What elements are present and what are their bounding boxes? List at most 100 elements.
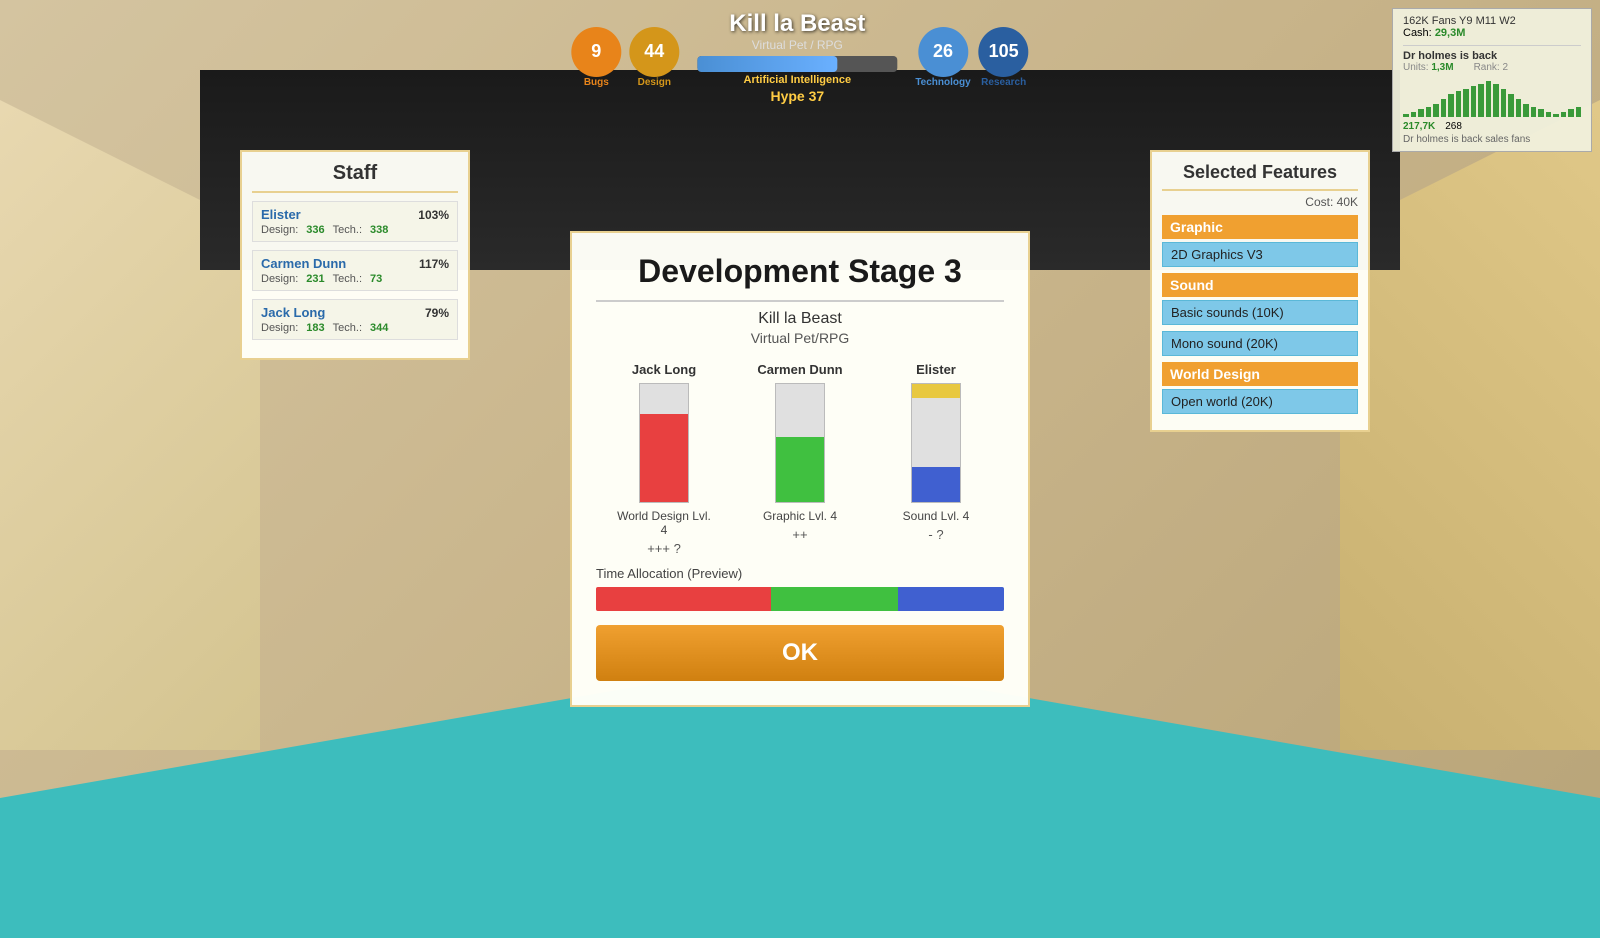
chart-bar (1493, 84, 1499, 117)
modal-game-name: Kill la Beast (596, 310, 1004, 328)
chart-bar (1456, 91, 1462, 117)
staff-panel: Staff Elister 103% Design: 336 Tech.: 33… (240, 150, 470, 360)
feature-category-world-design: World Design (1162, 362, 1358, 386)
feature-item-mono-sound[interactable]: Mono sound (20K) (1162, 331, 1358, 356)
hud-game-title: Kill la Beast (729, 10, 865, 38)
chart-bar (1448, 94, 1454, 117)
progress-container (697, 56, 897, 72)
chart-bar (1523, 104, 1529, 117)
carmen-design-val: 231 (306, 273, 324, 285)
carmen-bar-rating: ++ (792, 527, 807, 542)
elister-yellow-bar (912, 384, 960, 398)
elister-bar-level: Sound Lvl. 4 (903, 509, 970, 523)
carmen-tech-val: 73 (370, 273, 382, 285)
bugs-circle: 9 (571, 27, 621, 77)
staff-name-carmen: Carmen Dunn (261, 256, 346, 271)
chart-bar (1538, 109, 1544, 117)
chart-bar (1546, 112, 1552, 117)
jack-bar-rating: +++ ? (647, 541, 681, 556)
chart-bar (1441, 99, 1447, 117)
progress-bar-bg (697, 56, 897, 72)
staff-percent-jack: 79% (425, 306, 449, 320)
carmen-tech-label: Tech.: (333, 273, 362, 285)
staff-title: Staff (252, 162, 458, 193)
technology-circle: 26 (918, 27, 968, 77)
news-title: Dr holmes is back (1403, 50, 1581, 62)
design-label: Design (638, 77, 671, 88)
staff-member-jack: Jack Long 79% Design: 183 Tech.: 344 (252, 299, 458, 340)
jack-design-label: Design: (261, 322, 298, 334)
modal-game-genre: Virtual Pet/RPG (596, 330, 1004, 346)
carmen-bar-visual (775, 383, 825, 503)
staff-member-elister: Elister 103% Design: 336 Tech.: 338 (252, 201, 458, 242)
feature-category-sound: Sound (1162, 273, 1358, 297)
chart-bar (1516, 99, 1522, 117)
staff-percent-elister: 103% (418, 208, 449, 222)
chart-bar (1426, 107, 1432, 117)
chart-bar (1418, 109, 1424, 117)
bugs-indicator: 9 Bugs (571, 27, 621, 88)
staff-name-jack: Jack Long (261, 305, 325, 320)
game-title-hud: Kill la Beast Virtual Pet / RPG Artifici… (687, 10, 907, 104)
elister-design-label: Design: (261, 224, 298, 236)
design-indicator: 44 Design (629, 27, 679, 88)
top-hud: 9 Bugs 44 Design Kill la Beast Virtual P… (571, 10, 1028, 104)
chart-bar (1568, 109, 1574, 117)
jack-tech-val: 344 (370, 322, 388, 334)
jack-design-val: 183 (306, 322, 324, 334)
research-label: Research (981, 77, 1026, 88)
progress-label: Artificial Intelligence (744, 74, 852, 86)
chart-bar (1576, 107, 1582, 117)
staff-bar-elister: Elister Sound Lvl. 4 - ? (886, 362, 986, 556)
chart-bar (1471, 86, 1477, 117)
jack-bar-name: Jack Long (632, 362, 696, 377)
chart-bar (1478, 84, 1484, 117)
features-panel: Selected Features Cost: 40K Graphic 2D G… (1150, 150, 1370, 432)
fans-cash-line: 162K Fans Y9 M11 W2 (1403, 15, 1581, 27)
carmen-design-label: Design: (261, 273, 298, 285)
cost-label: Cost: 40K (1162, 195, 1358, 209)
ok-button[interactable]: OK (596, 625, 1004, 681)
elister-bar-rating: - ? (928, 527, 943, 542)
feature-item-open-world[interactable]: Open world (20K) (1162, 389, 1358, 414)
feature-item-basic-sounds[interactable]: Basic sounds (10K) (1162, 300, 1358, 325)
rank-label: Rank: 2 (1474, 62, 1508, 73)
elister-bar-fill (912, 467, 960, 502)
time-seg-blue (898, 587, 1004, 611)
dev-modal: Development Stage 3 Kill la Beast Virtua… (570, 231, 1030, 707)
feature-category-graphic: Graphic (1162, 215, 1358, 239)
jack-tech-label: Tech.: (333, 322, 362, 334)
technology-indicator: 26 Technology (915, 27, 970, 88)
chart-bar (1463, 89, 1469, 117)
chart-bar (1403, 114, 1409, 117)
time-allocation-section: Time Allocation (Preview) (596, 566, 1004, 611)
research-indicator: 105 Research (979, 27, 1029, 88)
sales-desc: Dr holmes is back sales fans (1403, 134, 1581, 145)
news-meta: Units: 1,3M Rank: 2 (1403, 62, 1581, 73)
elister-tech-val: 338 (370, 224, 388, 236)
feature-item-2d-graphics[interactable]: 2D Graphics V3 (1162, 242, 1358, 267)
carmen-bar-fill (776, 437, 824, 502)
modal-title: Development Stage 3 (596, 253, 1004, 302)
elister-tech-label: Tech.: (333, 224, 362, 236)
elister-bar-visual (911, 383, 961, 503)
carmen-bar-name: Carmen Dunn (757, 362, 842, 377)
staff-bars-container: Jack Long World Design Lvl. 4 +++ ? Carm… (596, 362, 1004, 556)
elister-design-val: 336 (306, 224, 324, 236)
units-label: Units: 1,3M (1403, 62, 1454, 73)
chart-bar (1433, 104, 1439, 117)
time-seg-green (771, 587, 897, 611)
research-circle: 105 (979, 27, 1029, 77)
cash-line: Cash: 29,3M (1403, 27, 1581, 39)
time-alloc-label: Time Allocation (Preview) (596, 566, 1004, 581)
chart-bar (1486, 81, 1492, 117)
technology-label: Technology (915, 77, 970, 88)
hud-game-genre: Virtual Pet / RPG (752, 38, 843, 52)
staff-member-carmen: Carmen Dunn 117% Design: 231 Tech.: 73 (252, 250, 458, 291)
news-item: Dr holmes is back Units: 1,3M Rank: 2 21… (1403, 45, 1581, 145)
chart-bar (1501, 89, 1507, 117)
features-title: Selected Features (1162, 162, 1358, 191)
bugs-label: Bugs (584, 77, 609, 88)
chart-bar (1561, 112, 1567, 117)
jack-bar-level: World Design Lvl. 4 (614, 509, 714, 537)
